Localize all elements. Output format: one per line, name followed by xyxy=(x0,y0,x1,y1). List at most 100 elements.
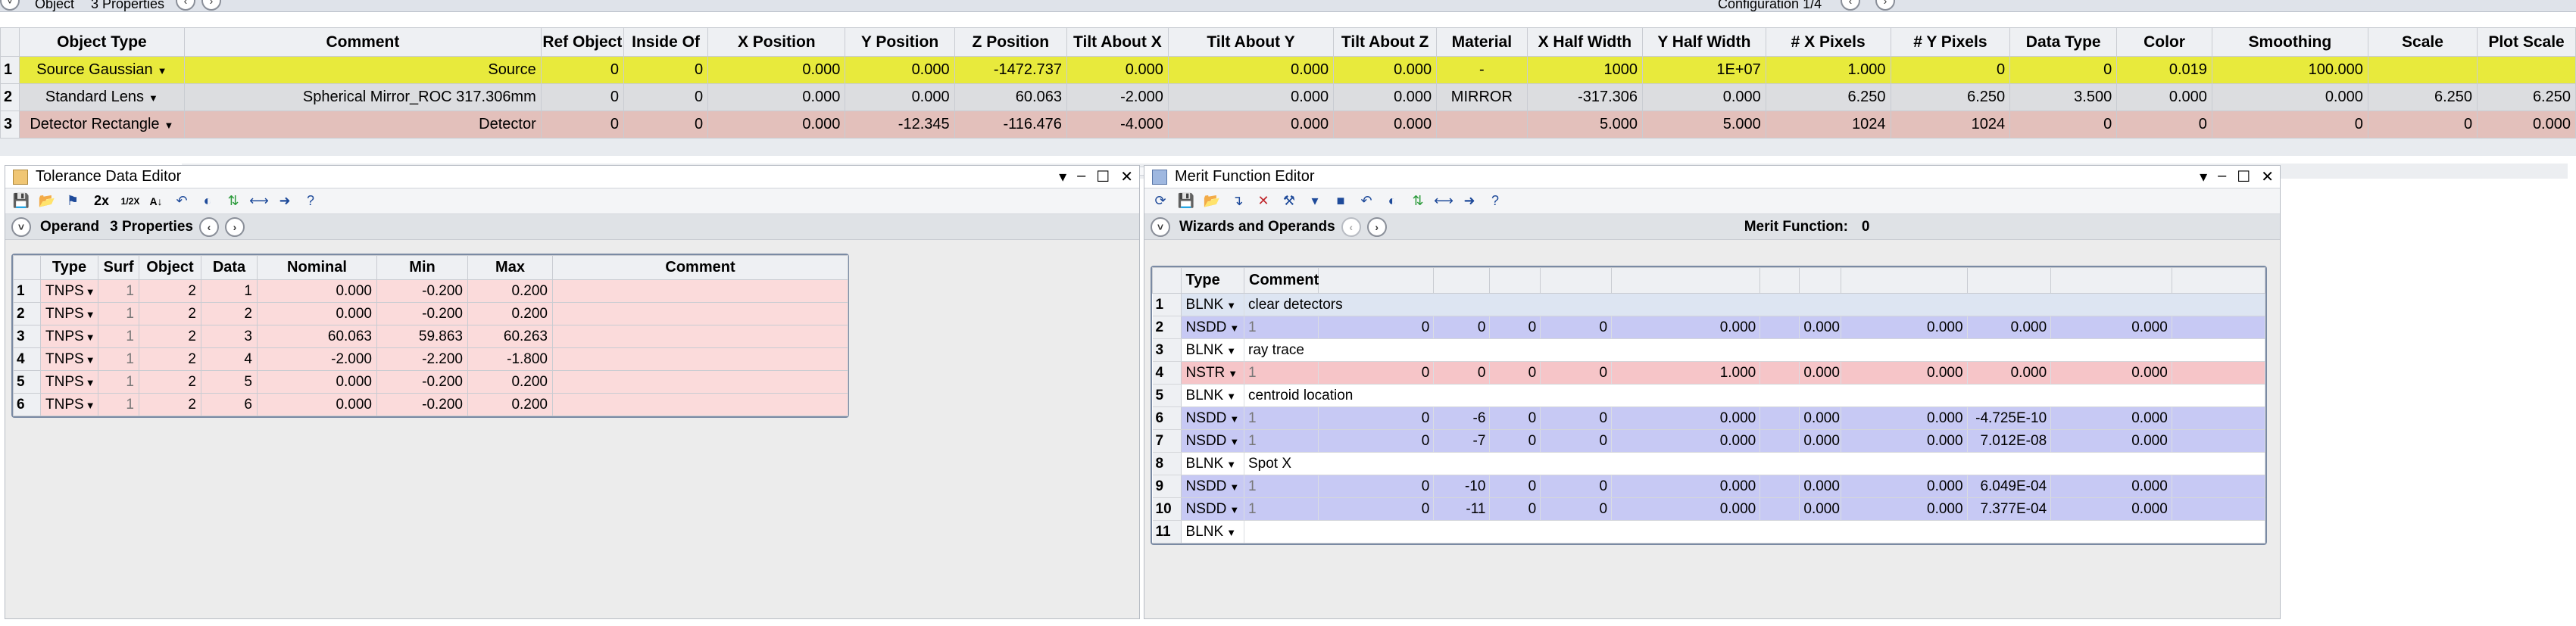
table-cell[interactable]: 0.000 xyxy=(1066,56,1169,84)
table-cell[interactable]: 0.000 xyxy=(1611,497,1761,521)
comment-cell[interactable] xyxy=(552,302,848,325)
comment-cell[interactable]: Spot X xyxy=(1244,452,2265,475)
table-row[interactable]: 1 Source Gaussian ▼ Source 0 0 0.000 0.000 -1472… xyxy=(0,56,2576,84)
comment-cell[interactable] xyxy=(552,325,848,348)
collapse-chevron-icon[interactable]: ˅ xyxy=(1151,216,1170,237)
half-icon[interactable]: 1/2X xyxy=(120,192,140,211)
column-header[interactable] xyxy=(1611,267,1761,294)
table-cell[interactable]: 0.000 xyxy=(2116,83,2212,111)
table-cell[interactable]: 60.063 xyxy=(257,325,377,348)
table-cell[interactable] xyxy=(1759,316,1800,339)
table-cell[interactable]: 5 xyxy=(201,370,258,394)
column-header[interactable]: Type xyxy=(1180,267,1245,294)
column-header[interactable]: # X Pixels xyxy=(1765,27,1891,57)
column-header[interactable]: Min xyxy=(376,255,468,280)
sort-icon[interactable]: A↓ xyxy=(146,192,166,211)
table-cell[interactable]: -317.306 xyxy=(1526,83,1644,111)
table-cell[interactable]: 1 xyxy=(98,279,139,303)
table-cell[interactable]: -4.000 xyxy=(1066,111,1169,139)
close-icon[interactable]: ✕ xyxy=(2261,167,2274,186)
table-row[interactable]: 8 BLNK ▼ Spot X xyxy=(1152,452,2265,475)
table-cell[interactable]: 2 xyxy=(139,325,201,348)
operand-type-cell[interactable]: BLNK ▼ xyxy=(1181,384,1245,407)
prev-icon[interactable]: ‹ xyxy=(1341,216,1361,237)
table-cell[interactable]: 0 xyxy=(623,111,709,139)
column-header[interactable]: Comment xyxy=(184,27,542,57)
table-cell[interactable]: 6.250 xyxy=(2477,83,2576,111)
table-row[interactable]: 7 NSDD ▼ 1 0 -7 0 0 0.000 0.000 0.000 7.012E-08 0.00… xyxy=(1152,429,2266,453)
properties-label[interactable]: 3 Properties xyxy=(91,0,164,11)
table-cell[interactable]: 0 xyxy=(1489,361,1541,385)
table-cell[interactable]: -2.200 xyxy=(376,347,468,371)
column-header[interactable]: Z Position xyxy=(954,27,1067,57)
table-cell[interactable]: 0 xyxy=(2367,111,2478,139)
table-cell[interactable]: -7 xyxy=(1433,429,1491,453)
column-header[interactable] xyxy=(1966,267,2052,294)
dropdown-arrow-icon[interactable]: ▼ xyxy=(1229,322,1239,334)
table-cell[interactable]: -116.476 xyxy=(954,111,1067,139)
table-cell[interactable]: 0 xyxy=(1318,406,1435,430)
minimize-icon[interactable]: – xyxy=(1077,167,1085,186)
column-header[interactable]: Inside Of xyxy=(623,27,709,57)
collapse-chevron-icon[interactable]: ˅ xyxy=(0,0,20,11)
operand-type-cell[interactable]: BLNK ▼ xyxy=(1181,452,1245,475)
dropdown-arrow-icon[interactable]: ▼ xyxy=(86,332,95,343)
table-cell[interactable]: 1 xyxy=(1244,497,1319,521)
table-row[interactable]: 10 NSDD ▼ 1 0 -11 0 0 0.000 0.000 0.000 7.377E-04 0.… xyxy=(1152,497,2266,521)
table-cell[interactable]: 0.000 xyxy=(1841,497,1968,521)
table-cell[interactable]: 0.000 xyxy=(845,83,955,111)
table-cell[interactable]: 1024 xyxy=(1890,111,2011,139)
config-prev-icon[interactable]: ‹ xyxy=(1841,0,1860,11)
comment-cell[interactable] xyxy=(552,347,848,371)
table-cell[interactable]: 0 xyxy=(1489,429,1541,453)
column-header[interactable]: Nominal xyxy=(257,255,377,280)
table-cell[interactable]: 1024 xyxy=(1765,111,1891,139)
table-cell[interactable]: 0.000 xyxy=(1333,83,1438,111)
operand-type-cell[interactable]: NSDD ▼ xyxy=(1181,475,1245,498)
table-cell[interactable]: 0.000 xyxy=(707,83,846,111)
table-cell[interactable]: 2 xyxy=(139,302,201,325)
table-cell[interactable] xyxy=(1759,475,1800,498)
column-header[interactable]: Tilt About X xyxy=(1066,27,1169,57)
table-cell[interactable]: 0.000 xyxy=(2050,497,2172,521)
dropdown-arrow-icon[interactable]: ▼ xyxy=(1229,436,1239,447)
table-cell[interactable]: 0.000 xyxy=(2050,429,2172,453)
table-cell[interactable]: 0 xyxy=(1318,497,1435,521)
column-header[interactable]: Max xyxy=(467,255,553,280)
table-cell[interactable]: 1 xyxy=(98,393,139,416)
column-header[interactable] xyxy=(1489,267,1541,294)
table-cell[interactable]: 2 xyxy=(139,279,201,303)
table-cell[interactable]: 1 xyxy=(98,347,139,371)
column-header[interactable]: Comment xyxy=(1243,267,1319,294)
table-cell[interactable]: 1 xyxy=(1244,361,1319,385)
table-cell[interactable]: 0.000 xyxy=(2211,83,2368,111)
column-header[interactable]: Object xyxy=(139,255,201,280)
operand-type-cell[interactable]: BLNK ▼ xyxy=(1181,293,1245,316)
table-cell[interactable]: 0.000 xyxy=(257,279,377,303)
link-icon[interactable]: ⟷ xyxy=(1434,192,1453,211)
table-cell[interactable]: 60.063 xyxy=(954,83,1067,111)
table-cell[interactable]: 0.000 xyxy=(1799,316,1841,339)
help-icon[interactable]: ? xyxy=(1485,192,1505,211)
column-header[interactable]: X Half Width xyxy=(1526,27,1644,57)
dropdown-arrow-icon[interactable]: ▼ xyxy=(1229,504,1239,515)
table-cell[interactable]: 0.000 xyxy=(1799,497,1841,521)
table-cell[interactable]: 0 xyxy=(1540,406,1613,430)
table-cell[interactable]: 0.200 xyxy=(467,279,553,303)
undo-icon[interactable]: ↶ xyxy=(172,192,192,211)
operand-type-cell[interactable]: TNPS ▼ xyxy=(40,325,98,348)
table-cell[interactable]: 0.000 xyxy=(2477,111,2576,139)
table-cell[interactable]: 0.000 xyxy=(1642,83,1766,111)
table-row[interactable]: 11 BLNK ▼ xyxy=(1152,520,2265,543)
column-header[interactable]: Y Position xyxy=(845,27,955,57)
table-cell[interactable]: 0.000 xyxy=(1167,83,1335,111)
table-cell[interactable]: 0 xyxy=(1318,361,1435,385)
table-cell[interactable]: 6.250 xyxy=(1765,83,1891,111)
column-header[interactable] xyxy=(2171,267,2266,294)
table-cell[interactable]: 3 xyxy=(201,325,258,348)
dropdown-arrow-icon[interactable]: ▼ xyxy=(158,65,167,76)
column-header[interactable]: Comment xyxy=(552,255,848,280)
table-cell[interactable]: 0 xyxy=(623,56,709,84)
minimize-icon[interactable]: – xyxy=(2218,167,2226,186)
tools-icon[interactable]: ⚒ xyxy=(1279,192,1299,211)
